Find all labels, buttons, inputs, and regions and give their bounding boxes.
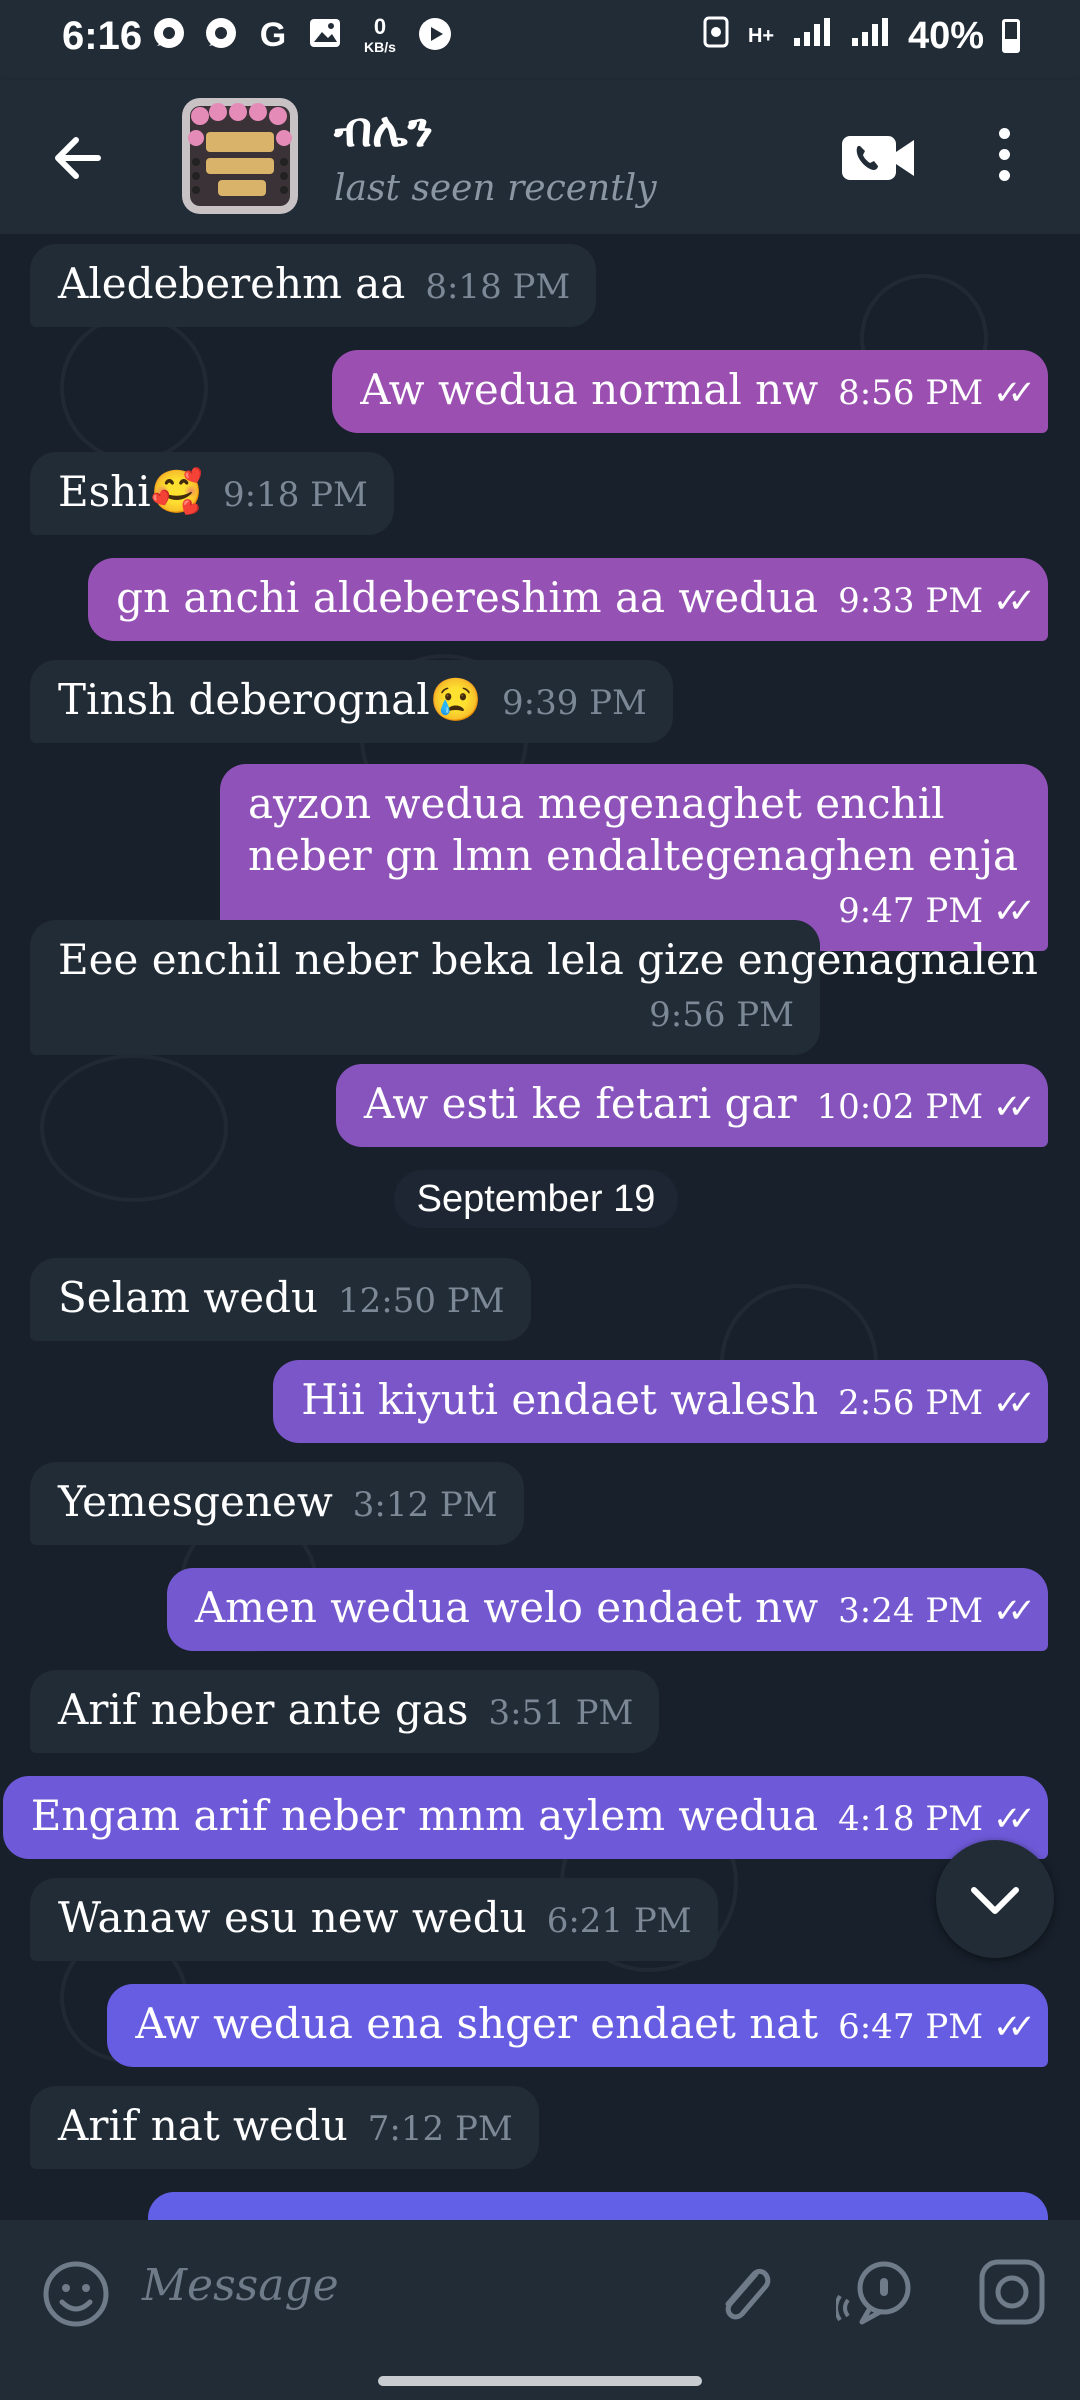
message-time: 4:18 PM bbox=[838, 1799, 984, 1839]
message-bubble-incoming[interactable]: Selam wedu 12:50 PM bbox=[30, 1258, 531, 1341]
message-time: 8:56 PM bbox=[838, 373, 984, 413]
message-text: Wanaw esu new wedu bbox=[58, 1893, 527, 1942]
message-bubble-outgoing[interactable]: Aw wedua normal nw 8:56 PM ✓✓ bbox=[332, 350, 1048, 433]
last-seen-status: last seen recently bbox=[334, 168, 657, 209]
message-bubble-incoming[interactable]: Arif neber ante gas 3:51 PM bbox=[30, 1670, 660, 1753]
message-text: Hii kiyuti endaet walesh bbox=[301, 1375, 819, 1424]
message-bubble-incoming[interactable]: Wanaw esu new wedu 6:21 PM bbox=[30, 1878, 718, 1961]
message-text: Amen wedua welo endaet nw bbox=[194, 1583, 819, 1632]
network-type: H+ bbox=[747, 25, 775, 47]
message-time: 9:18 PM bbox=[223, 475, 368, 515]
message-text: Aw esti ke fetari gar bbox=[363, 1079, 797, 1128]
message-bubble-incoming[interactable]: Tinsh deberognal😢 9:39 PM bbox=[30, 660, 673, 743]
message-composer: Message bbox=[0, 2220, 1080, 2400]
message-bubble-outgoing[interactable]: Aw wedua ena shger endaet nat 6:47 PM ✓✓ bbox=[107, 1984, 1048, 2067]
emoji-icon[interactable] bbox=[40, 2258, 112, 2330]
notification-icons: G 0 KB/s bbox=[150, 16, 454, 56]
signal-icon bbox=[850, 15, 890, 58]
message-bubble-outgoing[interactable]: Hii kiyuti endaet walesh 2:56 PM ✓✓ bbox=[273, 1360, 1048, 1443]
read-receipt-icon: ✓✓ bbox=[993, 581, 1036, 621]
message-text: Selam wedu bbox=[58, 1273, 319, 1322]
message-text: Eee enchil neber beka lela gize engenagn… bbox=[58, 935, 1038, 984]
message-time: 9:33 PM bbox=[838, 581, 984, 621]
read-receipt-icon: ✓✓ bbox=[993, 1087, 1036, 1127]
paperclip-icon[interactable] bbox=[712, 2256, 778, 2332]
contact-name[interactable]: ብሌን bbox=[334, 102, 433, 159]
network-speed: 0 KB/s bbox=[358, 16, 402, 56]
message-time: 6:47 PM bbox=[838, 2007, 984, 2047]
battery-icon bbox=[1002, 19, 1020, 53]
message-text: Eshi🥰 bbox=[58, 467, 203, 516]
chat-notification-icon bbox=[202, 16, 240, 54]
message-bubble-outgoing[interactable]: gn anchi aldebereshim aa wedua 9:33 PM ✓✓ bbox=[88, 558, 1048, 641]
message-input[interactable]: Message bbox=[142, 2260, 339, 2311]
google-icon: G bbox=[259, 16, 287, 54]
chevron-down-icon bbox=[971, 1887, 1019, 1914]
message-time: 2:56 PM bbox=[838, 1383, 984, 1423]
system-status: H+ 40% bbox=[702, 14, 1020, 58]
gallery-icon bbox=[306, 16, 344, 54]
message-time: 3:51 PM bbox=[488, 1693, 634, 1733]
signal-icon bbox=[792, 15, 832, 58]
message-text: Yemesgenew bbox=[58, 1477, 333, 1526]
chat-notification-icon bbox=[150, 16, 188, 54]
more-options-icon[interactable] bbox=[992, 128, 1016, 188]
message-bubble-incoming[interactable]: Yemesgenew 3:12 PM bbox=[30, 1462, 524, 1545]
read-receipt-icon: ✓✓ bbox=[993, 1383, 1036, 1423]
message-bubble-incoming[interactable]: Eshi🥰 9:18 PM bbox=[30, 452, 394, 535]
chat-header: ብሌን last seen recently bbox=[0, 80, 1080, 234]
message-text: Engam arif neber mnm aylem wedua bbox=[30, 1791, 819, 1840]
message-bubble-incoming[interactable]: Aledeberehm aa 8:18 PM bbox=[30, 244, 597, 327]
message-text: gn anchi aldebereshim aa wedua bbox=[116, 573, 819, 622]
camera-icon[interactable] bbox=[976, 2256, 1048, 2328]
network-speed-unit: KB/s bbox=[364, 39, 396, 55]
read-receipt-icon: ✓✓ bbox=[993, 1591, 1036, 1631]
network-speed-value: 0 bbox=[373, 14, 387, 39]
data-saver-icon bbox=[702, 14, 730, 58]
message-time: 7:12 PM bbox=[367, 2109, 513, 2149]
message-text: ayzon wedua megenaghet enchil neber gn l… bbox=[248, 779, 1019, 880]
message-bubble-outgoing[interactable]: Amen wedua welo endaet nw 3:24 PM ✓✓ bbox=[166, 1568, 1048, 1651]
status-bar: 6:16 G 0 KB/s H+ 40% bbox=[0, 0, 1080, 80]
message-time: 6:21 PM bbox=[546, 1901, 692, 1941]
message-text: Arif neber ante gas bbox=[58, 1685, 469, 1734]
scroll-to-bottom-button[interactable] bbox=[936, 1840, 1054, 1958]
chat-messages[interactable]: Aledeberehm aa 8:18 PM Aw wedua normal nw… bbox=[0, 234, 1080, 2220]
voice-chat-icon[interactable] bbox=[836, 2256, 920, 2332]
message-text: Aw wedua normal nw bbox=[360, 365, 819, 414]
video-call-icon[interactable] bbox=[840, 130, 916, 186]
date-separator: September 19 bbox=[394, 1170, 678, 1228]
message-time: 10:02 PM bbox=[816, 1087, 984, 1127]
read-receipt-icon: ✓✓ bbox=[993, 2007, 1036, 2047]
battery-percentage: 40% bbox=[907, 14, 984, 57]
message-time: 8:18 PM bbox=[425, 267, 571, 307]
message-bubble-outgoing[interactable]: Aw esti ke fetari gar 10:02 PM ✓✓ bbox=[335, 1064, 1048, 1147]
message-text: Tinsh deberognal😢 bbox=[58, 675, 482, 724]
message-bubble-outgoing[interactable]: Engam arif neber mnm aylem wedua 4:18 PM ✓… bbox=[2, 1776, 1048, 1859]
message-time: 3:24 PM bbox=[838, 1591, 984, 1631]
home-indicator[interactable] bbox=[378, 2376, 702, 2386]
message-time: 12:50 PM bbox=[338, 1281, 505, 1321]
play-icon bbox=[416, 16, 454, 54]
message-time: 3:12 PM bbox=[352, 1485, 498, 1525]
message-text: Aledeberehm aa bbox=[58, 259, 406, 308]
message-bubble-incoming[interactable]: Arif nat wedu 7:12 PM bbox=[30, 2086, 539, 2169]
status-time: 6:16 bbox=[62, 14, 143, 58]
message-bubble-outgoing-partial[interactable] bbox=[148, 2192, 1048, 2220]
message-text: Aw wedua ena shger endaet nat bbox=[135, 1999, 819, 2048]
message-bubble-incoming[interactable]: Eee enchil neber beka lela gize engenagn… bbox=[30, 920, 1038, 1055]
message-time: 9:39 PM bbox=[502, 683, 647, 723]
back-arrow-icon[interactable] bbox=[48, 128, 108, 188]
message-text: Arif nat wedu bbox=[58, 2101, 348, 2150]
read-receipt-icon: ✓✓ bbox=[993, 1799, 1036, 1839]
message-time: 9:47 PM bbox=[838, 891, 984, 931]
avatar[interactable] bbox=[182, 98, 298, 214]
read-receipt-icon: ✓✓ bbox=[993, 891, 1036, 931]
message-time: 9:56 PM bbox=[649, 995, 794, 1035]
read-receipt-icon: ✓✓ bbox=[993, 373, 1036, 413]
